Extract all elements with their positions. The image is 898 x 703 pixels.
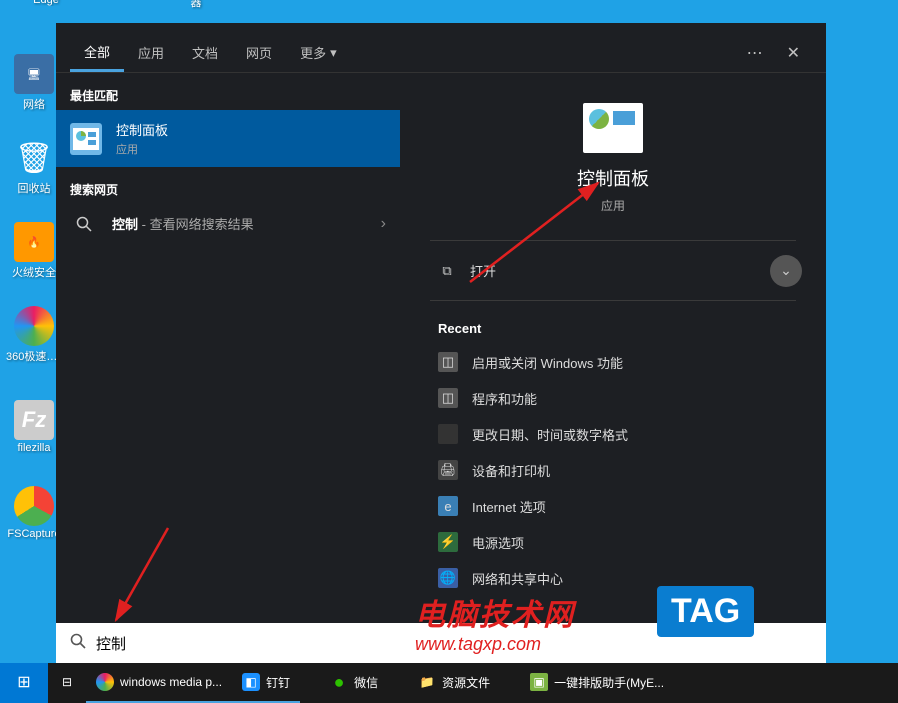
start-button[interactable]: ⊞ bbox=[0, 663, 48, 703]
recent-power[interactable]: ⚡电源选项 bbox=[430, 524, 796, 560]
web-rest: - 查看网络搜索结果 bbox=[138, 217, 254, 232]
network-share-icon: 🌐 bbox=[438, 568, 458, 588]
recent-programs[interactable]: ◫程序和功能 bbox=[430, 380, 796, 416]
open-icon: ⧉ bbox=[438, 263, 456, 279]
browser-icon bbox=[14, 306, 54, 346]
mye-icon: ▣ bbox=[530, 673, 548, 691]
results-column: 最佳匹配 控制面板 应用 搜索网页 控制 - 查看网络搜索结果 › bbox=[56, 73, 400, 623]
desktop-icon-360[interactable]: 360极速浏览器 bbox=[6, 306, 62, 364]
chevron-right-icon: › bbox=[381, 215, 386, 233]
wmp-icon bbox=[96, 673, 114, 691]
preview-app-icon bbox=[583, 103, 643, 153]
shield-icon: 🔥 bbox=[14, 222, 54, 262]
preview-column: 控制面板 应用 ⧉ 打开 ⌄ Recent ◫启用或关闭 Windows 功能 … bbox=[400, 73, 826, 623]
open-action[interactable]: ⧉ 打开 ⌄ bbox=[430, 247, 796, 294]
folder-icon: 📁 bbox=[418, 673, 436, 691]
desktop-icon-network[interactable]: 🖥 网络 bbox=[6, 54, 62, 112]
datetime-icon bbox=[438, 424, 458, 444]
power-icon: ⚡ bbox=[438, 532, 458, 552]
recent-network[interactable]: 🌐网络和共享中心 bbox=[430, 560, 796, 596]
preview-title: 控制面板 bbox=[430, 165, 796, 191]
web-search-item[interactable]: 控制 - 查看网络搜索结果 › bbox=[56, 204, 400, 243]
close-icon[interactable]: ✕ bbox=[775, 35, 812, 71]
tab-docs[interactable]: 文档 bbox=[178, 35, 232, 70]
feature-icon: ◫ bbox=[438, 352, 458, 372]
search-icon bbox=[70, 216, 98, 232]
recent-windows-features[interactable]: ◫启用或关闭 Windows 功能 bbox=[430, 344, 796, 380]
preview-subtitle: 应用 bbox=[430, 197, 796, 214]
taskbar-mye[interactable]: ▣ 一键排版助手(MyE... bbox=[520, 663, 674, 703]
desktop-icon-huorong[interactable]: 🔥 火绒安全 bbox=[6, 222, 62, 280]
web-query: 控制 bbox=[112, 217, 138, 232]
recent-header: Recent bbox=[430, 307, 796, 344]
taskbar-wmp[interactable]: windows media p... bbox=[86, 663, 232, 703]
result-control-panel[interactable]: 控制面板 应用 bbox=[56, 110, 400, 167]
expand-chevron-icon[interactable]: ⌄ bbox=[770, 255, 802, 287]
result-subtitle: 应用 bbox=[116, 141, 168, 157]
result-title: 控制面板 bbox=[116, 120, 168, 139]
desktop-icon-edge[interactable]: Edge bbox=[18, 0, 74, 6]
fscapture-icon bbox=[14, 486, 54, 526]
search-box bbox=[56, 623, 826, 663]
task-view-icon: ⊟ bbox=[58, 673, 76, 691]
desktop-icon-recycle[interactable]: 🗑 回收站 bbox=[6, 138, 62, 196]
search-input[interactable] bbox=[96, 635, 812, 652]
divider bbox=[430, 300, 796, 301]
tabs-bar: 全部 应用 文档 网页 更多 ▾ ⋯ ✕ bbox=[56, 23, 826, 73]
recent-datetime[interactable]: 更改日期、时间或数字格式 bbox=[430, 416, 796, 452]
desktop-icon-device[interactable]: 器 bbox=[168, 0, 224, 10]
web-search-header: 搜索网页 bbox=[56, 175, 400, 204]
chevron-down-icon: ▾ bbox=[330, 45, 337, 61]
tab-all[interactable]: 全部 bbox=[70, 34, 124, 72]
best-match-header: 最佳匹配 bbox=[56, 81, 400, 110]
filezilla-icon: Fz bbox=[14, 400, 54, 440]
task-view-button[interactable]: ⊟ bbox=[48, 663, 86, 703]
divider bbox=[430, 240, 796, 241]
more-options-icon[interactable]: ⋯ bbox=[735, 35, 775, 71]
programs-icon: ◫ bbox=[438, 388, 458, 408]
windows-icon: ⊞ bbox=[15, 673, 33, 691]
taskbar-wechat[interactable]: ● 微信 bbox=[320, 663, 388, 703]
network-icon: 🖥 bbox=[14, 54, 54, 94]
tab-apps[interactable]: 应用 bbox=[124, 35, 178, 70]
desktop-icon-fscapture[interactable]: FSCapture bbox=[6, 486, 62, 540]
recycle-icon: 🗑 bbox=[14, 138, 54, 178]
tab-more[interactable]: 更多 ▾ bbox=[286, 35, 351, 70]
control-panel-icon bbox=[70, 123, 102, 155]
recent-devices[interactable]: 🖨设备和打印机 bbox=[430, 452, 796, 488]
taskbar-folder[interactable]: 📁 资源文件 bbox=[408, 663, 500, 703]
recent-internet[interactable]: eInternet 选项 bbox=[430, 488, 796, 524]
tab-web[interactable]: 网页 bbox=[232, 35, 286, 70]
desktop-icon-filezilla[interactable]: Fz filezilla bbox=[6, 400, 62, 454]
printer-icon: 🖨 bbox=[438, 460, 458, 480]
search-icon bbox=[70, 633, 86, 653]
internet-icon: e bbox=[438, 496, 458, 516]
wechat-icon: ● bbox=[330, 673, 348, 691]
taskbar: ⊞ ⊟ windows media p... ◧ 钉钉 ● 微信 📁 资源文件 … bbox=[0, 663, 898, 703]
search-panel: 全部 应用 文档 网页 更多 ▾ ⋯ ✕ 最佳匹配 控制面板 应用 搜索网页 bbox=[56, 23, 826, 663]
taskbar-dingtalk[interactable]: ◧ 钉钉 bbox=[232, 663, 300, 703]
dingtalk-icon: ◧ bbox=[242, 673, 260, 691]
